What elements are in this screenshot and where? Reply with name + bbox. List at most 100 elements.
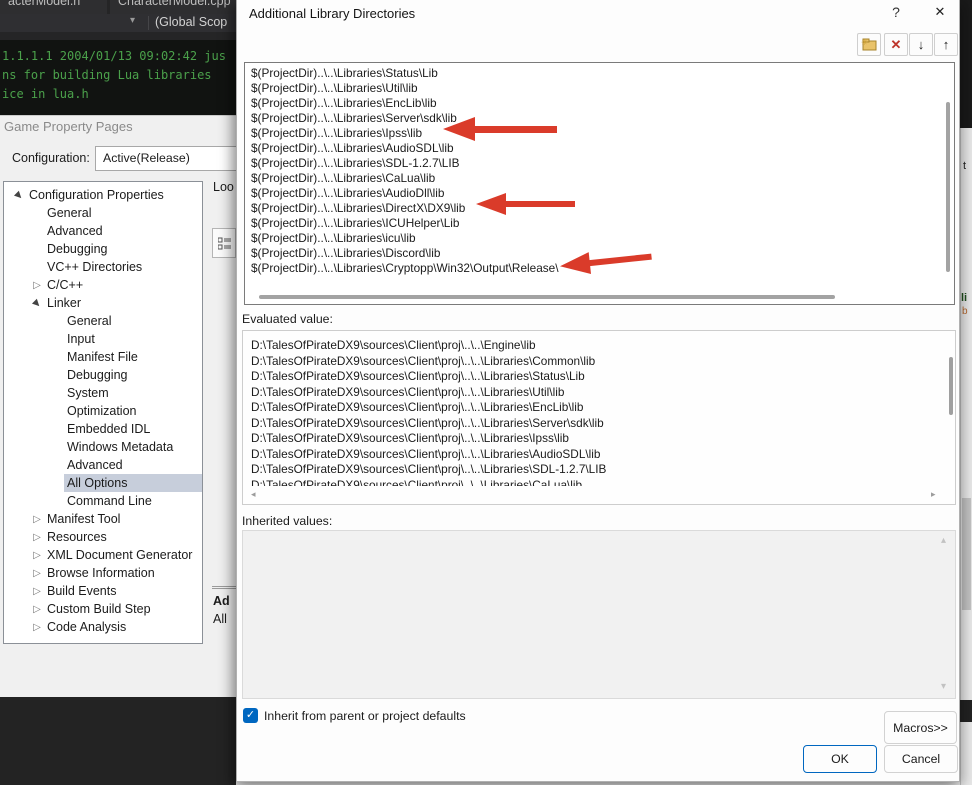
tree-item-label: Custom Build Step [44,600,154,618]
output-window: ========== [0,697,236,785]
library-path-item[interactable]: $(ProjectDir)..\..\Libraries\CaLua\lib [251,171,954,186]
tree-item-general[interactable]: General [4,312,202,330]
tree-item-advanced[interactable]: Advanced [4,456,202,474]
tree-item-label: Code Analysis [44,618,129,636]
scope-dropdown[interactable]: (Global Scop [155,15,227,29]
tree-item-system[interactable]: System [4,384,202,402]
evaluated-path-item: D:\TalesOfPirateDX9\sources\Client\proj\… [251,478,941,487]
tree-item-label: Command Line [64,492,155,510]
scroll-left-icon[interactable]: ◂ [251,489,256,500]
tree-item-label: Debugging [44,240,110,258]
tree-item-custom-build-step[interactable]: ▷Custom Build Step [4,600,202,618]
delete-button[interactable]: ✕ [884,33,908,56]
tree-collapsed-icon[interactable]: ▷ [30,532,44,543]
tree-item-optimization[interactable]: Optimization [4,402,202,420]
tree-collapsed-icon[interactable]: ▷ [30,280,44,291]
tree-item-c-c-[interactable]: ▷C/C++ [4,276,202,294]
inherit-checkbox[interactable]: ✓ [243,708,258,723]
library-path-item[interactable]: $(ProjectDir)..\..\Libraries\Server\sdk\… [251,111,954,126]
tree-collapsed-icon[interactable]: ▷ [30,514,44,525]
tree-item-build-events[interactable]: ▷Build Events [4,582,202,600]
tree-item-label: All Options [64,474,202,492]
property-list-view-button[interactable] [212,228,236,258]
close-icon[interactable]: ✕ [927,4,953,24]
chevron-down-icon[interactable]: ▾ [130,15,135,26]
tree-item-all-options[interactable]: All Options [4,474,202,492]
library-path-item[interactable]: $(ProjectDir)..\..\Libraries\SDL-1.2.7\L… [251,156,954,171]
tree-item-embedded-idl[interactable]: Embedded IDL [4,420,202,438]
tree-item-input[interactable]: Input [4,330,202,348]
tree-item-browse-information[interactable]: ▷Browse Information [4,564,202,582]
tree-item-label: Advanced [44,222,106,240]
library-path-item[interactable]: $(ProjectDir)..\..\Libraries\AudioSDL\li… [251,141,954,156]
editor-navigation-bar: ▾ (Global Scop [0,14,236,32]
ok-button[interactable]: OK [803,745,877,773]
editor-tab-charactermodel-h[interactable]: acterModel.h [0,0,107,14]
library-path-item[interactable]: $(ProjectDir)..\..\Libraries\EncLib\lib [251,96,954,111]
library-path-item[interactable]: $(ProjectDir)..\..\Libraries\ICUHelper\L… [251,216,954,231]
code-line: 1.1.1.1 2004/01/13 09:02:42 jus [2,47,236,66]
list-horizontal-scrollbar[interactable] [259,295,835,299]
tree-item-label: Build Events [44,582,119,600]
evaluated-path-item: D:\TalesOfPirateDX9\sources\Client\proj\… [251,431,941,447]
tree-item-manifest-file[interactable]: Manifest File [4,348,202,366]
tree-item-label: General [64,312,114,330]
tree-collapsed-icon[interactable]: ▷ [30,550,44,561]
tree-item-manifest-tool[interactable]: ▷Manifest Tool [4,510,202,528]
scroll-up-icon[interactable]: ▴ [941,535,946,546]
editor-tab-bar: acterModel.h CharacterModel.cpp [0,0,236,14]
evaluated-path-item: D:\TalesOfPirateDX9\sources\Client\proj\… [251,447,941,463]
library-path-item[interactable]: $(ProjectDir)..\..\Libraries\DirectX\DX9… [251,201,954,216]
tree-item-resources[interactable]: ▷Resources [4,528,202,546]
tree-item-vc-directories[interactable]: VC++ Directories [4,258,202,276]
dialog-title: Additional Library Directories [249,6,415,21]
tree-item-code-analysis[interactable]: ▷Code Analysis [4,618,202,636]
macros-button[interactable]: Macros>> [884,711,957,744]
move-up-button[interactable]: ↑ [934,33,958,56]
inherited-values-box[interactable]: ▴ ▾ [242,530,956,699]
tree-collapsed-icon[interactable]: ▷ [30,586,44,597]
background-scrollbar-thumb[interactable] [962,498,971,610]
editor-edge-strip [960,0,972,128]
tree-item-windows-metadata[interactable]: Windows Metadata [4,438,202,456]
tree-item-label: System [64,384,112,402]
help-button[interactable]: ? [885,4,907,24]
tree-item-label: Browse Information [44,564,158,582]
evaluated-value-box[interactable]: D:\TalesOfPirateDX9\sources\Client\proj\… [242,330,956,505]
tree-item-configuration-properties[interactable]: ▶Configuration Properties [4,186,202,204]
tree-item-debugging[interactable]: Debugging [4,366,202,384]
library-path-item[interactable]: $(ProjectDir)..\..\Libraries\Util\lib [251,81,954,96]
editor-tab-charactermodel-cpp[interactable]: CharacterModel.cpp [110,0,236,14]
scroll-down-icon[interactable]: ▾ [941,681,946,692]
library-path-item[interactable]: $(ProjectDir)..\..\Libraries\Ipss\lib [251,126,954,141]
tree-collapsed-icon[interactable]: ▷ [30,568,44,579]
scroll-right-icon[interactable]: ▸ [931,489,936,500]
list-vertical-scrollbar[interactable] [946,102,950,272]
property-tree: ▶Configuration PropertiesGeneralAdvanced… [3,181,203,644]
tree-item-linker[interactable]: ▶Linker [4,294,202,312]
evaluated-path-item: D:\TalesOfPirateDX9\sources\Client\proj\… [251,462,941,478]
tree-item-advanced[interactable]: Advanced [4,222,202,240]
tree-collapsed-icon[interactable]: ▷ [30,604,44,615]
library-path-item[interactable]: $(ProjectDir)..\..\Libraries\Status\Lib [251,66,954,81]
tree-item-label: Linker [44,294,84,312]
code-editor[interactable]: 1.1.1.1 2004/01/13 09:02:42 jusns for bu… [0,40,236,115]
evaluated-path-item: D:\TalesOfPirateDX9\sources\Client\proj\… [251,369,941,385]
move-down-button[interactable]: ↓ [909,33,933,56]
tree-item-debugging[interactable]: Debugging [4,240,202,258]
tree-item-xml-document-generator[interactable]: ▷XML Document Generator [4,546,202,564]
library-path-item[interactable]: $(ProjectDir)..\..\Libraries\AudioDll\li… [251,186,954,201]
edge-text-fragment: t [963,160,966,172]
tree-item-label: VC++ Directories [44,258,145,276]
library-path-item[interactable]: $(ProjectDir)..\..\Libraries\icu\lib [251,231,954,246]
cancel-button[interactable]: Cancel [884,745,958,773]
new-line-button[interactable]: ✳ [857,33,881,56]
tree-item-command-line[interactable]: Command Line [4,492,202,510]
tree-item-general[interactable]: General [4,204,202,222]
tree-collapsed-icon[interactable]: ▷ [30,622,44,633]
evaluated-path-item: D:\TalesOfPirateDX9\sources\Client\proj\… [251,400,941,416]
list-view-icon [218,237,231,250]
configuration-combobox[interactable]: Active(Release) [95,146,245,171]
tree-item-label: Resources [44,528,110,546]
evaluated-vertical-scrollbar[interactable] [949,357,953,415]
